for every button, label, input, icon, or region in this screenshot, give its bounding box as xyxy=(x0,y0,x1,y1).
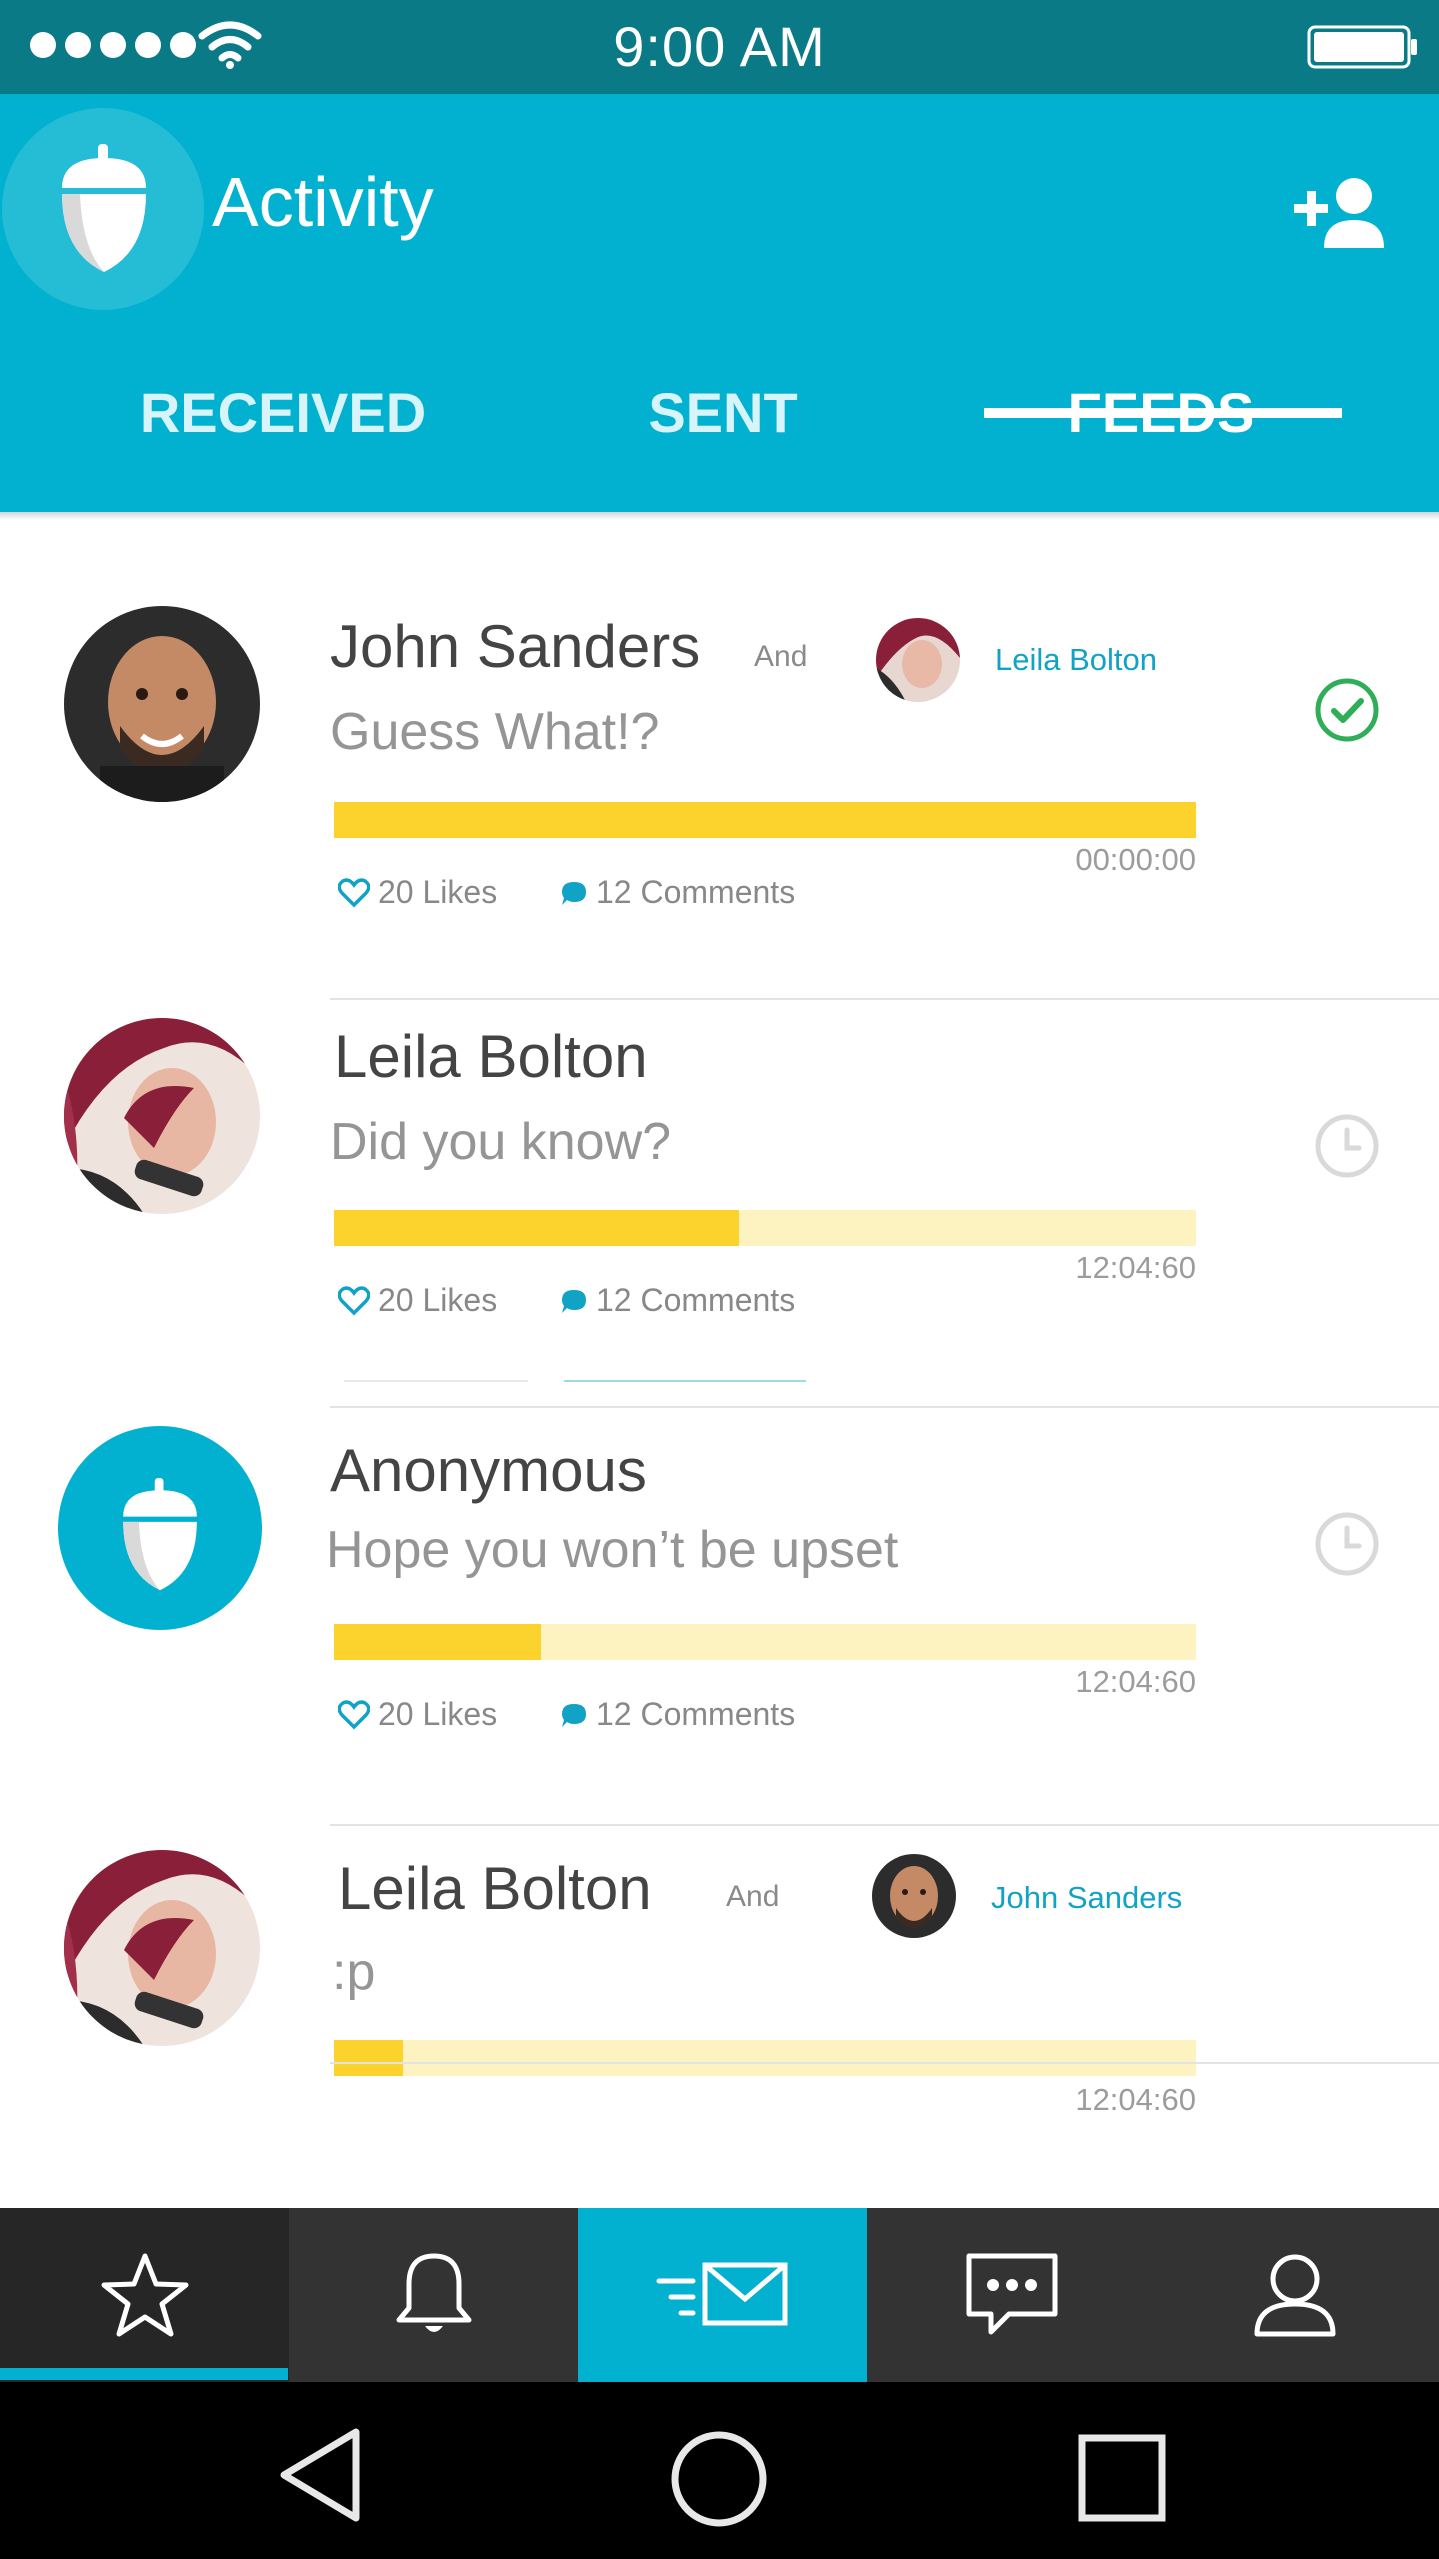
bottom-nav xyxy=(0,2208,1439,2382)
battery-icon xyxy=(1307,25,1417,69)
divider xyxy=(330,2062,1439,2064)
progress-time: 12:04:60 xyxy=(1075,1664,1196,1699)
acorn-icon xyxy=(62,144,146,272)
system-nav-bar xyxy=(0,2382,1439,2559)
status-time: 9:00 AM xyxy=(613,15,826,78)
heart-icon xyxy=(338,1285,370,1315)
page-title: Activity xyxy=(212,163,434,241)
progress-bar xyxy=(334,1624,1196,1660)
likes-stat[interactable]: 20 Likes xyxy=(338,1282,497,1319)
anonymous-avatar[interactable] xyxy=(58,1426,262,1630)
avatar[interactable] xyxy=(64,1018,260,1214)
likes-underline xyxy=(344,1380,528,1382)
app-logo[interactable] xyxy=(2,108,204,310)
nav-send[interactable] xyxy=(578,2208,867,2382)
message-text: Did you know? xyxy=(330,1113,672,1171)
sender-name[interactable]: Leila Bolton xyxy=(338,1854,652,1923)
progress-time: 12:04:60 xyxy=(1075,1250,1196,1285)
progress-fill xyxy=(334,1210,740,1246)
profile-icon xyxy=(1254,2254,1335,2337)
nav-profile[interactable] xyxy=(1150,2208,1439,2382)
avatar[interactable] xyxy=(64,606,260,802)
likes-count: 20 Likes xyxy=(378,874,498,910)
connector-text: And xyxy=(754,640,808,673)
back-icon[interactable] xyxy=(276,2426,362,2524)
message-text: :p xyxy=(332,1943,376,2001)
clock-icon xyxy=(1315,1512,1379,1576)
recipient-avatar[interactable] xyxy=(876,618,960,702)
sender-name[interactable]: Anonymous xyxy=(330,1436,647,1505)
tab-bar: RECEIVED SENT FEEDS xyxy=(0,364,1439,512)
nav-selected-indicator xyxy=(0,2368,288,2380)
home-icon[interactable] xyxy=(670,2430,768,2528)
avatar[interactable] xyxy=(64,1850,260,2046)
feed-item[interactable]: John Sanders And Leila Bolton Guess What… xyxy=(0,580,1439,980)
feed-item[interactable]: Leila Bolton Did you know? 12:04:60 20 L… xyxy=(0,1000,1439,1400)
comments-count: 12 Comments xyxy=(596,874,796,910)
app-bar: Activity RECEIVED SENT FEEDS xyxy=(0,94,1439,512)
status-bar: 9:00 AM xyxy=(0,0,1439,94)
tab-sent[interactable]: SENT xyxy=(520,364,926,512)
recipient-avatar[interactable] xyxy=(872,1854,956,1938)
tab-received[interactable]: RECEIVED xyxy=(80,364,486,512)
heart-icon xyxy=(338,1699,370,1729)
recipient-name[interactable]: Leila Bolton xyxy=(995,642,1157,678)
recents-icon[interactable] xyxy=(1078,2434,1166,2522)
comments-stat[interactable]: 12 Comments xyxy=(560,1282,795,1319)
likes-count: 20 Likes xyxy=(378,1282,498,1318)
tab-feeds[interactable]: FEEDS xyxy=(958,364,1364,512)
active-tab-indicator xyxy=(984,408,1342,418)
progress-fill xyxy=(334,1624,541,1660)
feed-item[interactable]: Anonymous Hope you won’t be upset 12:04:… xyxy=(0,1410,1439,1810)
progress-bar xyxy=(334,1210,1196,1246)
divider xyxy=(330,1406,1439,1408)
recipient-name[interactable]: John Sanders xyxy=(991,1880,1182,1916)
divider xyxy=(330,1824,1439,1826)
message-text: Hope you won’t be upset xyxy=(326,1521,899,1579)
progress-fill xyxy=(334,802,1196,838)
comments-underline xyxy=(564,1380,806,1382)
heart-icon xyxy=(338,877,370,907)
progress-time: 00:00:00 xyxy=(1075,842,1196,877)
likes-stat[interactable]: 20 Likes xyxy=(338,1696,497,1733)
progress-bar xyxy=(334,2040,1196,2076)
bell-icon xyxy=(396,2253,471,2332)
feed-item[interactable]: Leila Bolton And John Sanders :p 12:04:6… xyxy=(0,1830,1439,2208)
comments-count: 12 Comments xyxy=(596,1696,796,1732)
chat-icon xyxy=(966,2253,1057,2335)
comments-count: 12 Comments xyxy=(596,1282,796,1318)
likes-stat[interactable]: 20 Likes xyxy=(338,874,497,911)
nav-favorites[interactable] xyxy=(0,2208,289,2382)
acorn-icon xyxy=(123,1478,197,1591)
comments-stat[interactable]: 12 Comments xyxy=(560,1696,795,1733)
star-icon xyxy=(101,2253,188,2337)
message-text: Guess What!? xyxy=(330,703,660,761)
progress-bar xyxy=(334,802,1196,838)
send-mail-icon xyxy=(656,2262,787,2326)
nav-messages[interactable] xyxy=(867,2208,1156,2382)
progress-time: 12:04:60 xyxy=(1075,2082,1196,2117)
comments-stat[interactable]: 12 Comments xyxy=(560,874,795,911)
likes-count: 20 Likes xyxy=(378,1696,498,1732)
sender-name[interactable]: Leila Bolton xyxy=(334,1022,648,1091)
sender-name[interactable]: John Sanders xyxy=(330,612,700,681)
clock-icon xyxy=(1315,1114,1379,1178)
comment-icon xyxy=(562,1289,586,1313)
comment-icon xyxy=(562,881,586,905)
app-bar-shadow xyxy=(0,512,1439,520)
nav-notifications[interactable] xyxy=(289,2208,578,2382)
comment-icon xyxy=(562,1703,586,1727)
add-user-icon[interactable] xyxy=(1292,174,1388,254)
check-circle-icon xyxy=(1315,678,1379,742)
progress-fill xyxy=(334,2040,403,2076)
connector-text: And xyxy=(726,1880,780,1913)
